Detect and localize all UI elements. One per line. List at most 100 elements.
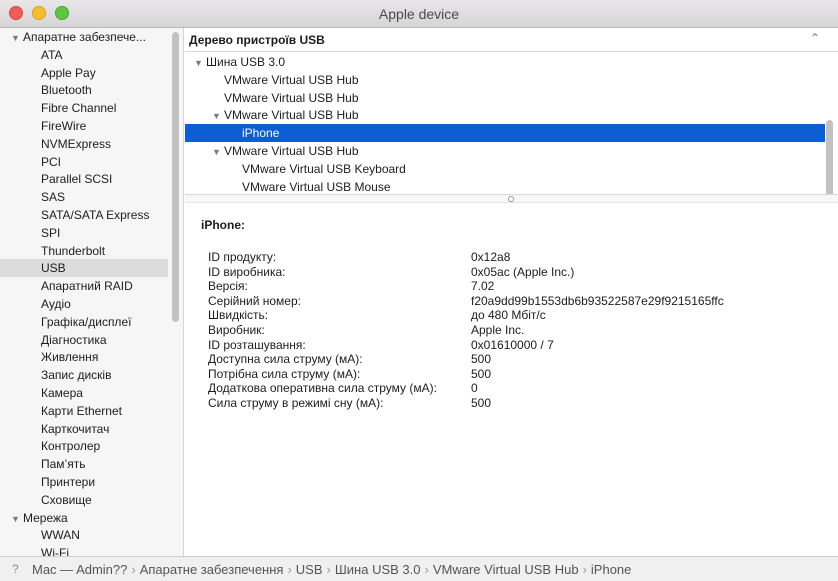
sidebar-item-label: Apple Pay [41, 65, 96, 80]
usb-device-tree: ▼ Шина USB 3.0 VMware Virtual USB Hub VMwar… [185, 52, 838, 194]
sidebar-item[interactable]: USB [0, 259, 168, 278]
split-divider[interactable] [185, 194, 838, 203]
sidebar-scrollbar[interactable] [172, 32, 179, 322]
sidebar-item-label: Карти Ethernet [41, 403, 122, 418]
sidebar-item[interactable]: ATA [0, 46, 168, 64]
sidebar-item[interactable]: Діагностика [0, 331, 168, 349]
sidebar-item[interactable]: Карткочитач [0, 420, 168, 438]
question-mark-icon[interactable]: ? [12, 562, 19, 576]
sidebar-item-label: Аудіо [41, 297, 71, 311]
breadcrumb-separator-icon: › [287, 562, 292, 577]
tree-row-label: VMware Virtual USB Hub [224, 108, 359, 123]
sidebar-item[interactable]: Пам’ять [0, 455, 168, 473]
sidebar-item-label: Bluetooth [41, 83, 92, 98]
property-value: 0x12a8 [471, 250, 511, 264]
sidebar-item[interactable]: Fibre Channel [0, 99, 168, 117]
sidebar-item-label: SAS [41, 190, 66, 205]
sidebar-item[interactable]: Принтери [0, 473, 168, 491]
tree-row[interactable]: ▼ Шина USB 3.0 [185, 53, 825, 71]
tree-row-label: VMware Virtual USB Hub [224, 72, 359, 87]
split-handle-icon[interactable] [508, 196, 514, 202]
sidebar-item-label: ATA [41, 47, 63, 62]
sidebar-item[interactable]: Карти Ethernet [0, 402, 168, 420]
property-value: Apple Inc. [471, 323, 525, 337]
property-label: Версія: [208, 279, 248, 294]
sidebar-item[interactable]: Wi-Fi [0, 544, 168, 556]
sidebar-item-label: Апаратне забезпече... [23, 30, 146, 44]
breadcrumb-segment[interactable]: Апаратне забезпечення [140, 562, 284, 577]
device-detail: iPhone: ID продукту: 0x12a8 ID виробника: 0… [185, 204, 838, 556]
disclosure-triangle-icon[interactable]: ▼ [212, 143, 224, 161]
sidebar-item-label: Діагностика [41, 332, 107, 347]
tree-row[interactable]: VMware Virtual USB Keyboard [185, 160, 825, 178]
sidebar-item[interactable]: Камера [0, 384, 168, 402]
property-label: ID виробника: [208, 264, 286, 279]
sidebar-item-label: Апаратний RAID [41, 279, 133, 294]
tree-row[interactable]: ▼ VMware Virtual USB Hub [185, 106, 825, 124]
sidebar-item[interactable]: SATA/SATA Express [0, 206, 168, 224]
sidebar-group[interactable]: ▼ Мережа [0, 509, 168, 527]
tree-row-label: iPhone [242, 126, 280, 141]
tree-row[interactable]: iPhone [185, 124, 825, 143]
breadcrumb-segment[interactable]: Шина USB 3.0 [335, 562, 421, 577]
sidebar-item[interactable]: Графіка/дисплеї [0, 313, 168, 331]
sidebar-item[interactable]: WWAN [0, 526, 168, 544]
sidebar-item[interactable]: Bluetooth [0, 81, 168, 99]
chevron-up-icon[interactable]: ⌃ [810, 31, 820, 45]
sidebar-item-label: PCI [41, 154, 62, 169]
property-value: 0x05ac (Apple Inc.) [471, 264, 575, 279]
property-value: до 480 Мбіт/с [471, 308, 546, 323]
sidebar-item[interactable]: Apple Pay [0, 64, 168, 82]
tree-scrollbar[interactable] [826, 120, 833, 194]
sidebar-item[interactable]: Контролер [0, 437, 168, 455]
breadcrumb-segment[interactable]: USB [296, 562, 323, 577]
title-bar[interactable]: Apple device [0, 0, 838, 28]
disclosure-triangle-icon[interactable]: ▼ [11, 29, 23, 46]
sidebar-item[interactable]: SAS [0, 188, 168, 206]
property-value: 500 [471, 396, 492, 410]
tree-row[interactable]: VMware Virtual USB Mouse [185, 178, 825, 194]
sidebar-item[interactable]: NVMExpress [0, 135, 168, 153]
property-label: Серійний номер: [208, 293, 301, 308]
breadcrumb-separator-icon: › [131, 562, 136, 577]
system-information-window: Apple device ▼ Апаратне забезпече... ATA Ap… [0, 0, 838, 581]
sidebar-item-label: Fibre Channel [41, 101, 117, 116]
tree-row[interactable]: VMware Virtual USB Hub [185, 71, 825, 89]
disclosure-triangle-icon[interactable]: ▼ [11, 510, 23, 527]
sidebar-item[interactable]: Parallel SCSI [0, 170, 168, 188]
property-label: ID розташування: [208, 337, 306, 352]
sidebar-item[interactable]: Thunderbolt [0, 242, 168, 260]
breadcrumb-segment[interactable]: Mac — Admin?? [32, 562, 127, 577]
tree-row-label: VMware Virtual USB Keyboard [242, 161, 406, 176]
property-label: Потрібна сила струму (мА): [208, 366, 361, 381]
sidebar-item-label: Wi-Fi [41, 546, 69, 556]
property-value: 0x01610000 / 7 [471, 337, 554, 352]
breadcrumb-segment[interactable]: VMware Virtual USB Hub [433, 562, 579, 577]
sidebar-item[interactable]: Апаратний RAID [0, 277, 168, 295]
sidebar-item-label: Parallel SCSI [41, 172, 113, 187]
sidebar-item-label: Живлення [41, 350, 99, 365]
tree-header-label: Дерево пристроїв USB [189, 33, 325, 47]
tree-header[interactable]: Дерево пристроїв USB ⌃ [185, 28, 838, 52]
sidebar-item-label: Камера [41, 386, 83, 400]
sidebar-item[interactable]: SPI [0, 224, 168, 242]
sidebar-item-label: SATA/SATA Express [41, 208, 150, 222]
sidebar-item[interactable]: PCI [0, 153, 168, 171]
sidebar-item-label: Принтери [41, 475, 96, 489]
disclosure-triangle-icon[interactable]: ▼ [194, 54, 206, 72]
sidebar-item[interactable]: Запис дисків [0, 366, 168, 384]
tree-row-label: Шина USB 3.0 [206, 55, 286, 69]
disclosure-triangle-icon[interactable]: ▼ [212, 107, 224, 125]
sidebar-item[interactable]: Сховище [0, 491, 168, 509]
breadcrumb-segment[interactable]: iPhone [591, 562, 631, 577]
sidebar-item-label: WWAN [41, 528, 80, 543]
sidebar-item-label: Сховище [41, 492, 92, 507]
sidebar-group[interactable]: ▼ Апаратне забезпече... [0, 28, 168, 46]
sidebar-item-label: NVMExpress [41, 136, 112, 151]
tree-row[interactable]: VMware Virtual USB Hub [185, 89, 825, 107]
tree-row[interactable]: ▼ VMware Virtual USB Hub [185, 142, 825, 160]
sidebar-item[interactable]: FireWire [0, 117, 168, 135]
sidebar-item[interactable]: Живлення [0, 348, 168, 366]
sidebar-item[interactable]: Аудіо [0, 295, 168, 313]
property-label: Доступна сила струму (мА): [208, 352, 363, 367]
